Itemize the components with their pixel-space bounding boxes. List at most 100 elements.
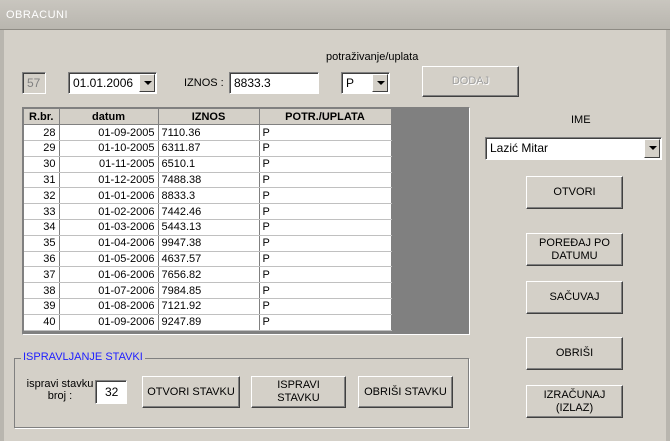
date-select[interactable]: 01.01.2006 [68,72,157,94]
amount-value: 8833.3 [234,76,271,90]
cell-rbr: 40 [24,314,60,331]
sort-by-date-button[interactable]: POREĐAJ PO DATUMU [526,233,623,266]
window-title: OBRACUNI [6,9,69,21]
edit-item-button[interactable]: ISPRAVI STAVKU [251,376,346,408]
cell-rbr: 30 [24,156,60,173]
table-row[interactable]: 32 01-01-2006 8833.3 P [24,187,392,205]
cell-type: P [259,314,392,331]
column-header-rbr[interactable]: R.br. [24,109,60,126]
cell-rbr: 38 [24,282,60,300]
column-header-iznos[interactable]: IZNOS [158,109,260,126]
table-row[interactable]: 35 01-04-2006 9947.38 P [24,235,392,252]
cell-type: P [259,235,392,252]
name-value: Lazić Mitar [490,141,549,155]
save-button[interactable]: SAČUVAJ [526,281,623,314]
date-value: 01.01.2006 [73,76,134,90]
cell-type: P [259,298,392,315]
cell-iznos: 4637.57 [158,251,260,268]
cell-datum: 01-08-2006 [59,298,159,315]
cell-rbr: 32 [24,187,60,205]
table-row[interactable]: 33 01-02-2006 7442.46 P [24,203,392,221]
chevron-down-icon[interactable] [372,74,388,92]
item-number-input[interactable]: 32 [95,380,127,404]
cell-iznos: 7442.46 [158,203,260,221]
table-row[interactable]: 37 01-06-2006 7656.82 P [24,266,392,284]
window-frame-left [0,30,4,441]
cell-iznos: 5443.13 [158,219,260,236]
id-value: 57 [27,76,41,90]
cell-type: P [259,156,392,173]
cell-type: P [259,140,392,157]
table-row[interactable]: 38 01-07-2006 7984.85 P [24,282,392,300]
cell-rbr: 37 [24,266,60,284]
cell-type: P [259,251,392,268]
item-number-value: 32 [105,385,119,399]
chevron-down-icon[interactable] [644,139,660,158]
table-row[interactable]: 30 01-11-2005 6510.1 P [24,156,392,173]
table-row[interactable]: 28 01-09-2005 7110.36 P [24,124,392,142]
table-row[interactable]: 36 01-05-2006 4637.57 P [24,251,392,268]
entries-grid[interactable]: R.br. datum IZNOS POTR./UPLATA 28 01-09-2… [22,107,470,335]
cell-datum: 01-09-2006 [59,314,159,331]
cell-datum: 01-01-2006 [59,187,159,205]
delete-item-button[interactable]: OBRIŠI STAVKU [358,376,453,408]
type-select[interactable]: P [341,72,390,94]
cell-type: P [259,203,392,221]
cell-datum: 01-10-2005 [59,140,159,157]
open-button[interactable]: OTVORI [526,176,623,209]
cell-datum: 01-02-2006 [59,203,159,221]
entries-table: R.br. datum IZNOS POTR./UPLATA 28 01-09-2… [24,109,392,331]
type-caption: potraživanje/uplata [326,51,419,63]
cell-type: P [259,266,392,284]
cell-rbr: 39 [24,298,60,315]
type-value: P [346,76,355,90]
table-row[interactable]: 40 01-09-2006 9247.89 P [24,314,392,331]
cell-iznos: 9247.89 [158,314,260,331]
amount-input[interactable]: 8833.3 [229,72,319,94]
chevron-down-icon[interactable] [139,74,155,92]
cell-iznos: 9947.38 [158,235,260,252]
delete-button[interactable]: OBRIŠI [526,337,623,370]
item-number-label: ispravi stavku broj : [26,378,94,402]
cell-iznos: 8833.3 [158,187,260,205]
column-header-potr-uplata[interactable]: POTR./UPLATA [259,109,392,126]
cell-type: P [259,172,392,189]
table-row[interactable]: 34 01-03-2006 5443.13 P [24,219,392,236]
name-select[interactable]: Lazić Mitar [485,137,662,160]
cell-datum: 01-04-2006 [59,235,159,252]
cell-iznos: 7488.38 [158,172,260,189]
table-row[interactable]: 39 01-08-2006 7121.92 P [24,298,392,315]
cell-datum: 01-07-2006 [59,282,159,300]
cell-rbr: 31 [24,172,60,189]
cell-rbr: 35 [24,235,60,252]
edit-items-group: ISPRAVLJANJE STAVKI ispravi stavku broj … [14,351,469,428]
cell-rbr: 29 [24,140,60,157]
title-bar: OBRACUNI [0,0,670,30]
cell-type: P [259,187,392,205]
id-field: 57 [22,72,46,94]
calculate-exit-button[interactable]: IZRAČUNAJ (IZLAZ) [526,385,623,418]
window-frame-right [666,30,670,441]
cell-iznos: 7984.85 [158,282,260,300]
cell-type: P [259,124,392,142]
cell-datum: 01-03-2006 [59,219,159,236]
column-header-datum[interactable]: datum [59,109,159,126]
cell-rbr: 33 [24,203,60,221]
cell-iznos: 6311.87 [158,140,260,157]
edit-items-group-title: ISPRAVLJANJE STAVKI [21,351,145,363]
add-button[interactable]: DODAJ [422,66,519,97]
cell-datum: 01-05-2006 [59,251,159,268]
cell-datum: 01-09-2005 [59,124,159,142]
cell-datum: 01-12-2005 [59,172,159,189]
table-row[interactable]: 31 01-12-2005 7488.38 P [24,172,392,189]
cell-datum: 01-11-2005 [59,156,159,173]
cell-rbr: 28 [24,124,60,142]
table-row[interactable]: 29 01-10-2005 6311.87 P [24,140,392,157]
name-label: IME [571,114,591,126]
cell-iznos: 6510.1 [158,156,260,173]
cell-iznos: 7121.92 [158,298,260,315]
cell-rbr: 34 [24,219,60,236]
cell-type: P [259,282,392,300]
amount-label: IZNOS : [184,77,224,89]
open-item-button[interactable]: OTVORI STAVKU [142,376,240,408]
